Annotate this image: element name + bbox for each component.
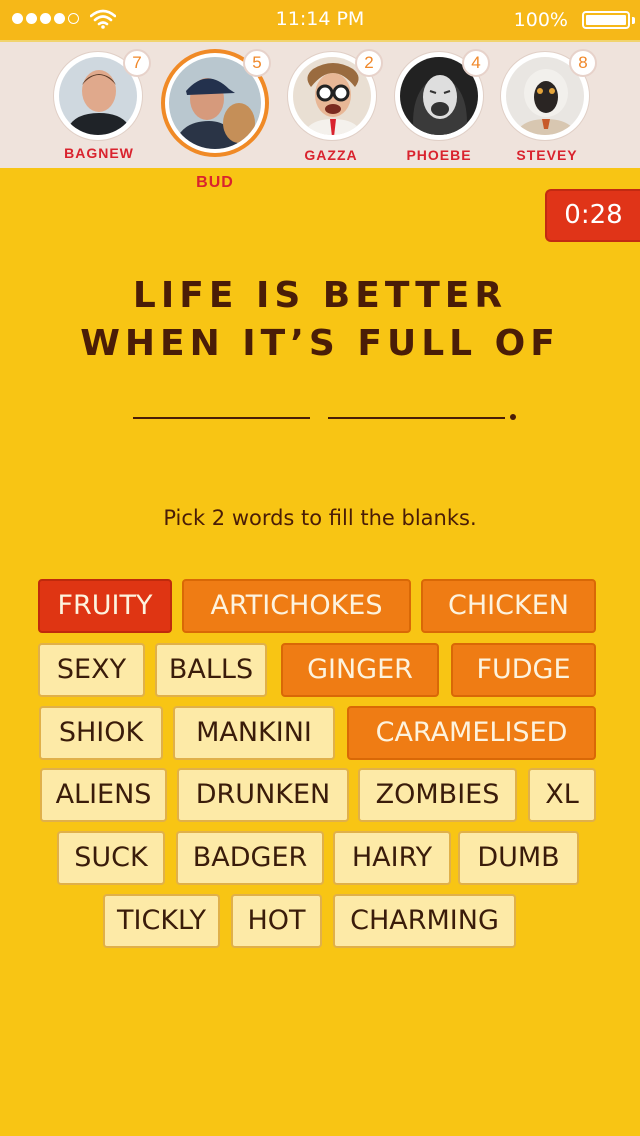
blank-2 (328, 417, 505, 419)
player-name: PHOEBE (406, 147, 472, 163)
word-tile[interactable]: BADGER (176, 831, 324, 885)
word-tile[interactable]: BALLS (155, 643, 267, 697)
status-bar: 11:14 PM 100% (0, 0, 640, 40)
word-tile[interactable]: DRUNKEN (177, 768, 349, 822)
word-tile[interactable]: XL (528, 768, 596, 822)
word-tile[interactable]: CARAMELISED (347, 706, 596, 760)
player-score-badge: 7 (123, 49, 151, 77)
word-tile[interactable]: DUMB (458, 831, 579, 885)
player-name: GAZZA (304, 147, 358, 163)
word-tile[interactable]: SUCK (57, 831, 165, 885)
word-tile[interactable]: FRUITY (38, 579, 172, 633)
word-tile[interactable]: ZOMBIES (358, 768, 517, 822)
word-tile[interactable]: SEXY (38, 643, 145, 697)
blank-period (510, 414, 516, 420)
prompt-line-1: LIFE IS BETTER (132, 275, 508, 316)
battery-percentage: 100% (513, 9, 568, 31)
blank-1 (133, 417, 310, 419)
player-name: BAGNEW (64, 145, 134, 161)
word-tile[interactable]: HAIRY (333, 831, 451, 885)
countdown-timer: 0:28 (545, 189, 640, 242)
word-tile[interactable]: ALIENS (40, 768, 167, 822)
player-name: STEVEY (516, 147, 578, 163)
player-score-badge: 5 (243, 49, 271, 77)
word-tile[interactable]: FUDGE (451, 643, 596, 697)
word-tile[interactable]: SHIOK (39, 706, 163, 760)
player-score-badge: 4 (462, 49, 490, 77)
word-tile[interactable]: TICKLY (103, 894, 220, 948)
player-score-badge: 2 (355, 49, 383, 77)
word-tile[interactable]: MANKINI (173, 706, 335, 760)
word-tile[interactable]: ARTICHOKES (182, 579, 411, 633)
word-tile[interactable]: CHARMING (333, 894, 516, 948)
player-name: BUD (196, 174, 234, 191)
battery-icon (582, 11, 630, 29)
prompt-line-2: WHEN IT’S FULL OF (80, 323, 560, 364)
player-score-badge: 8 (569, 49, 597, 77)
instruction-text: Pick 2 words to fill the blanks. (163, 506, 477, 530)
word-tile[interactable]: CHICKEN (421, 579, 596, 633)
prompt-text: LIFE IS BETTER WHEN IT’S FULL OF (0, 272, 640, 368)
word-tile[interactable]: HOT (231, 894, 322, 948)
word-tile[interactable]: GINGER (281, 643, 439, 697)
